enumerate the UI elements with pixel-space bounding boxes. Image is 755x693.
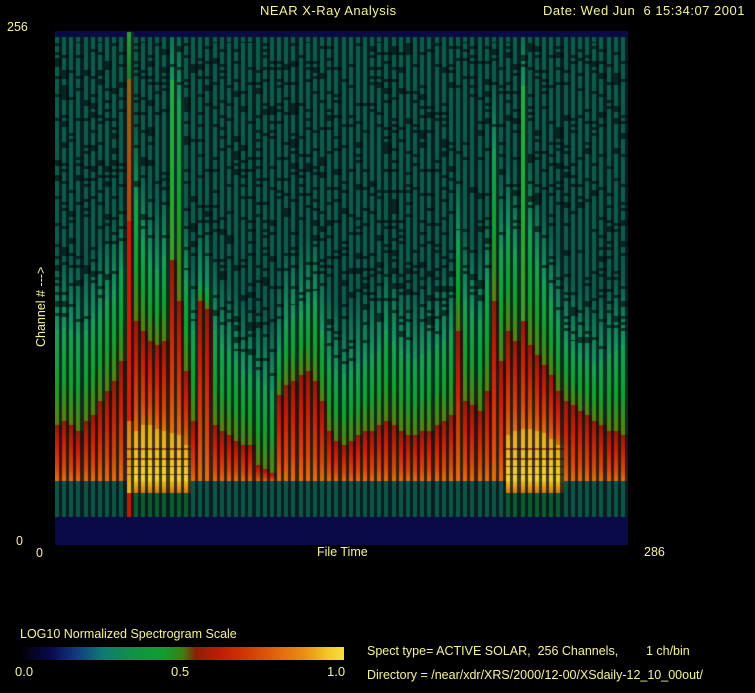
colorbar-tick-1: 1.0: [327, 665, 345, 679]
near-xray-analysis-window: NEAR X-Ray Analysis Date: Wed Jun 6 15:3…: [0, 0, 755, 693]
y-axis-max-tick: 256: [7, 20, 28, 34]
colorbar-gradient: [22, 647, 344, 660]
date-label: Date: Wed Jun 6 15:34:07 2001: [543, 4, 745, 18]
colorbar-tick-05: 0.5: [171, 665, 189, 679]
x-axis-label: File Time: [317, 545, 368, 559]
y-axis-label: Channel # --->: [34, 145, 48, 347]
y-axis-min-tick: 0: [16, 534, 23, 548]
spectrogram-canvas: [55, 31, 628, 545]
page-title: NEAR X-Ray Analysis: [260, 4, 397, 18]
directory-info: Directory = /near/xdr/XRS/2000/12-00/XSd…: [367, 668, 703, 682]
x-axis-max-tick: 286: [644, 545, 665, 559]
spect-type-info: Spect type= ACTIVE SOLAR, 256 Channels, …: [367, 644, 690, 658]
colorbar-label: LOG10 Normalized Spectrogram Scale: [20, 627, 237, 641]
x-axis-min-tick: 0: [36, 546, 43, 560]
colorbar-tick-0: 0.0: [15, 665, 33, 679]
